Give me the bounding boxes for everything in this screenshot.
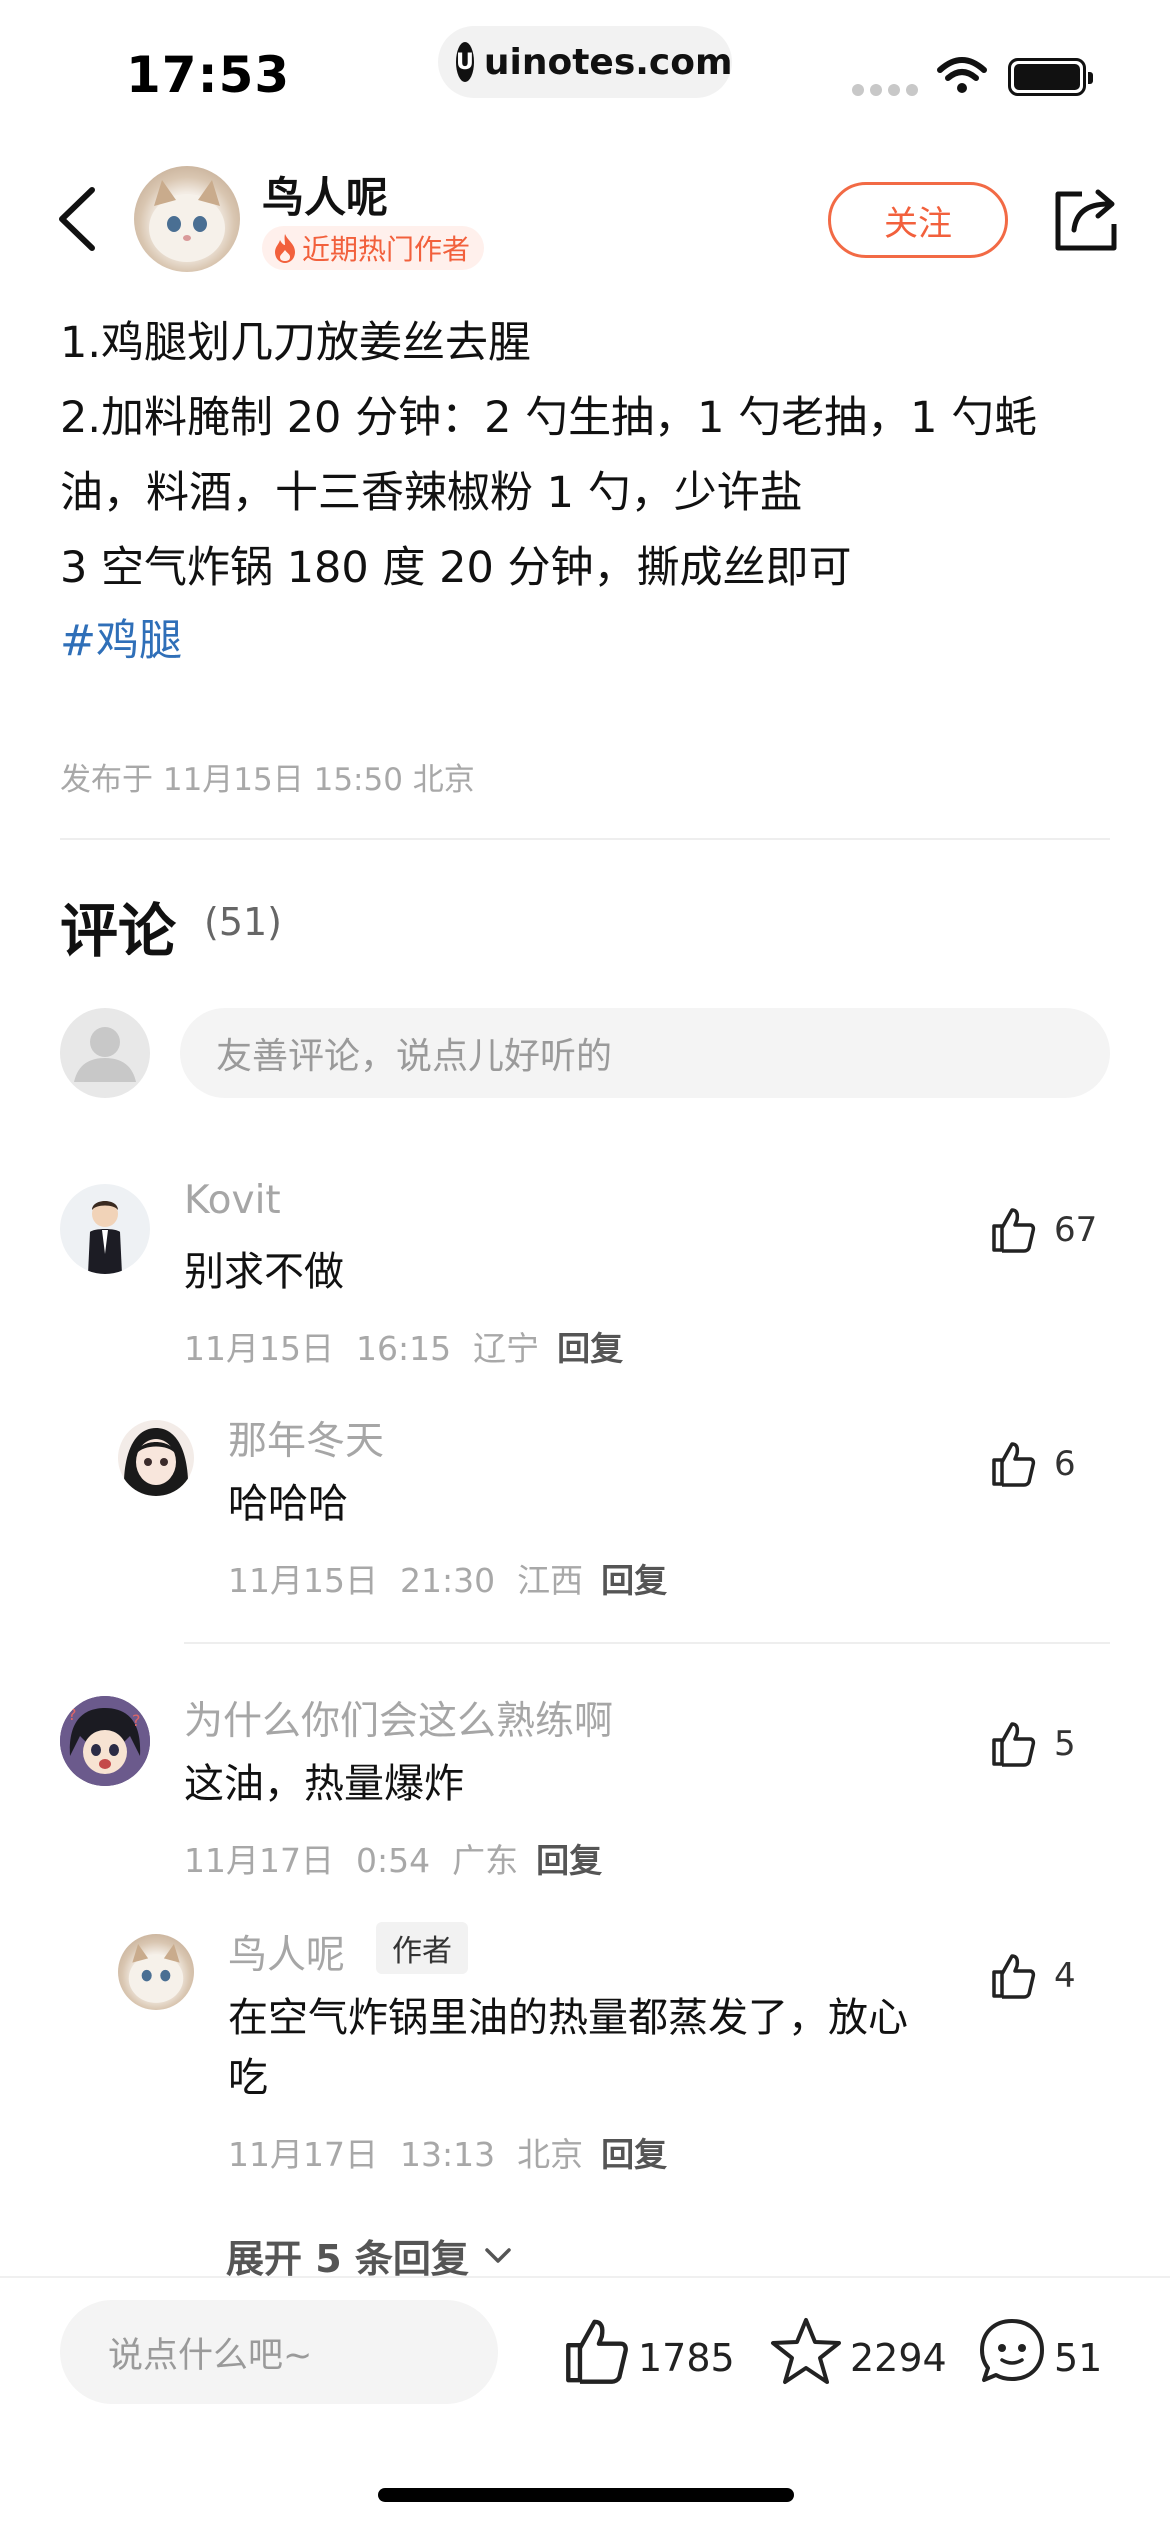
author-avatar[interactable]: [134, 166, 240, 272]
post-line: 油，料酒，十三香辣椒粉 1 勺，少许盐: [60, 468, 803, 518]
comment-text: 哈哈哈: [228, 1481, 348, 1527]
commenter-avatar[interactable]: [118, 1934, 194, 2010]
commenter-name[interactable]: 那年冬天: [228, 1410, 384, 1466]
commenter-avatar[interactable]: [118, 1420, 194, 1496]
thumbs-up-icon: [992, 1208, 1036, 1253]
comment-date: 11月15日: [184, 1329, 334, 1368]
comment-time: 13:13: [399, 2135, 496, 2174]
comment-date: 11月17日: [184, 1841, 334, 1880]
battery-icon: [1008, 58, 1093, 96]
reply-button[interactable]: 回复: [557, 1329, 623, 1368]
thumbs-up-icon: [992, 1722, 1036, 1767]
back-icon[interactable]: [52, 184, 102, 254]
comment-time: 16:15: [355, 1329, 452, 1368]
reply-button[interactable]: 回复: [536, 1841, 602, 1880]
comment-text: 在空气炸锅里油的热量都蒸发了，放心 吃: [228, 1988, 968, 2108]
post-comment-button[interactable]: 51: [978, 2316, 1102, 2386]
comment-text: 别求不做: [184, 1249, 344, 1295]
post-favorite-count: 2294: [850, 2336, 947, 2380]
bottom-comment-input[interactable]: 说点什么吧~: [60, 2300, 498, 2404]
author-name[interactable]: 鸟人呢: [262, 164, 388, 225]
star-icon: [771, 2318, 841, 2384]
hashtag-link[interactable]: #鸡腿: [60, 606, 182, 668]
hot-author-badge: 近期热门作者: [262, 226, 485, 270]
comment-text-line: 吃: [228, 2055, 268, 2101]
comment-date: 11月15日: [228, 1561, 378, 1600]
share-icon[interactable]: [1052, 184, 1120, 254]
comment-location: 广东: [452, 1841, 519, 1880]
comment-time: 21:30: [399, 1561, 496, 1600]
comment-text: 这油，热量爆炸: [184, 1761, 464, 1807]
site-logo-icon: U: [456, 42, 474, 82]
home-indicator[interactable]: [378, 2488, 794, 2502]
comment-location: 北京: [517, 2135, 584, 2174]
comment-location: 辽宁: [473, 1329, 540, 1368]
reply-button[interactable]: 回复: [601, 2135, 667, 2174]
expand-label: 展开 5 条回复: [226, 2237, 469, 2281]
thumbs-up-icon: [992, 1442, 1036, 1487]
chevron-down-icon: [485, 2247, 511, 2263]
like-count: 6: [1054, 1444, 1076, 1484]
wifi-icon: [937, 57, 987, 93]
like-count: 67: [1054, 1210, 1098, 1250]
svg-text:?: ?: [68, 1705, 77, 1724]
signal-icon: [852, 84, 918, 96]
post-like-button[interactable]: 1785: [562, 2316, 735, 2386]
comments-title: 评论: [60, 897, 177, 965]
comment-input[interactable]: 友善评论，说点儿好听的: [180, 1008, 1110, 1098]
comment-meta: 11月15日 16:15 辽宁 回复: [184, 1322, 623, 1370]
user-avatar-placeholder: [60, 1008, 150, 1098]
comment-like-button[interactable]: 5: [990, 1720, 1076, 1768]
comment-meta: 11月17日 0:54 广东 回复: [184, 1834, 602, 1882]
flame-icon: [275, 234, 295, 263]
comment-meta: 11月15日 21:30 江西 回复: [228, 1554, 667, 1602]
post-favorite-button[interactable]: 2294: [770, 2316, 947, 2386]
comment-time: 0:54: [355, 1841, 431, 1880]
post-comment-count: 51: [1054, 2336, 1103, 2380]
post-line: 1.鸡腿划几刀放姜丝去腥: [60, 318, 532, 368]
follow-button[interactable]: 关注: [828, 182, 1008, 258]
url-text: uinotes.com: [483, 41, 733, 83]
comments-count: (51): [204, 900, 283, 944]
thumbs-up-icon: [992, 1954, 1036, 1999]
status-bar: 17:53 U uinotes.com: [0, 0, 1170, 140]
comment-text-line: 在空气炸锅里油的热量都蒸发了，放心: [228, 1995, 908, 2041]
commenter-name[interactable]: 为什么你们会这么熟练啊: [184, 1690, 613, 1746]
post-meta: 发布于 11月15日 15:50 北京: [60, 762, 475, 798]
like-count: 4: [1054, 1956, 1076, 1996]
expand-replies-button[interactable]: 展开 5 条回复: [226, 2228, 513, 2283]
divider: [60, 838, 1110, 840]
url-pill[interactable]: U uinotes.com: [438, 26, 733, 98]
svg-text:?: ?: [132, 1711, 141, 1730]
commenter-avatar[interactable]: [60, 1184, 150, 1274]
comment-like-button[interactable]: 4: [990, 1952, 1076, 2000]
like-count: 5: [1054, 1724, 1076, 1764]
commenter-name[interactable]: Kovit: [184, 1178, 281, 1223]
post-line: 2.加料腌制 20 分钟：2 勺生抽，1 勺老抽，1 勺蚝: [60, 393, 1038, 443]
commenter-name[interactable]: 鸟人呢: [228, 1924, 345, 1980]
status-time: 17:53: [126, 46, 291, 104]
divider: [184, 1642, 1110, 1644]
comment-meta: 11月17日 13:13 北京 回复: [228, 2128, 667, 2176]
comment-like-button[interactable]: 6: [990, 1440, 1076, 1488]
comment-date: 11月17日: [228, 2135, 378, 2174]
comment-like-button[interactable]: 67: [990, 1206, 1097, 1254]
comment-location: 江西: [517, 1561, 584, 1600]
reply-button[interactable]: 回复: [601, 1561, 667, 1600]
post-body: 1.鸡腿划几刀放姜丝去腥 2.加料腌制 20 分钟：2 勺生抽，1 勺老抽，1 …: [60, 306, 1120, 606]
thumbs-up-icon: [566, 2319, 628, 2384]
post-line: 3 空气炸锅 180 度 20 分钟，撕成丝即可: [60, 543, 852, 593]
post-like-count: 1785: [638, 2336, 735, 2380]
chat-bubble-icon: [980, 2319, 1044, 2382]
commenter-avatar[interactable]: ? ?: [60, 1696, 150, 1786]
badge-label: 近期热门作者: [302, 233, 471, 266]
author-tag: 作者: [376, 1922, 468, 1974]
